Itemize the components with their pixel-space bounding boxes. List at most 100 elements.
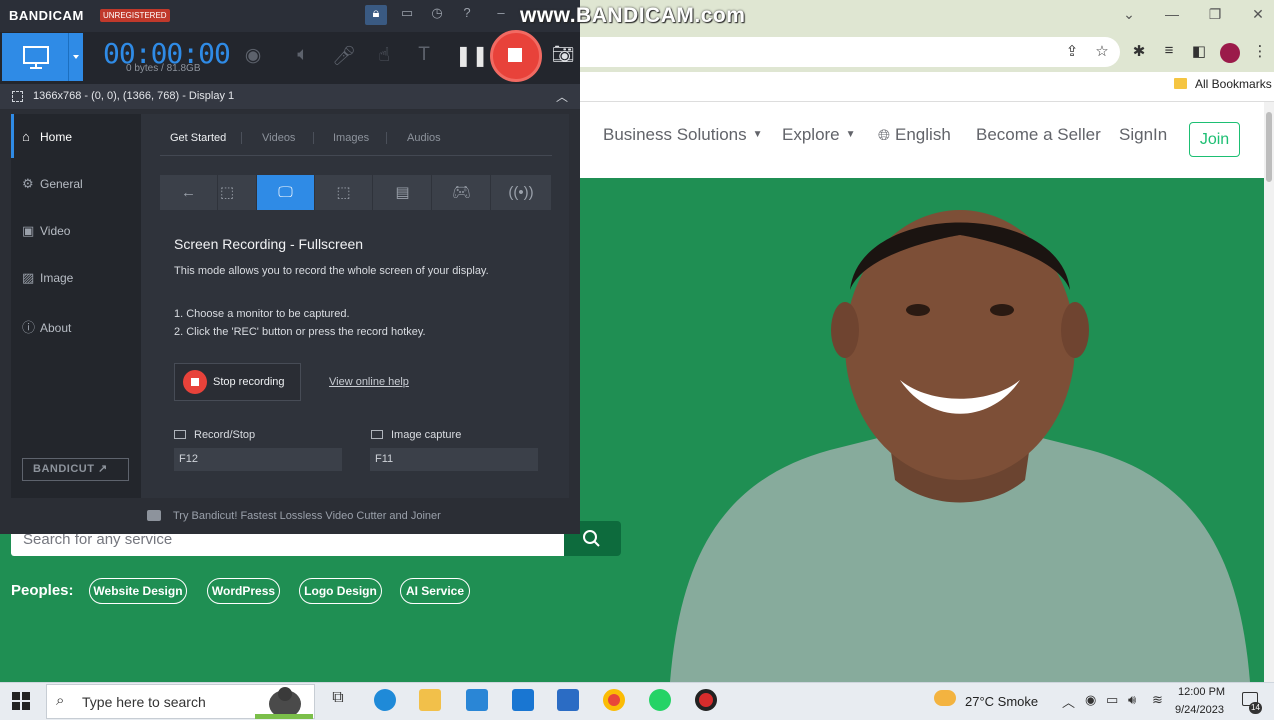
chevron-up-icon[interactable]: ︿	[1062, 692, 1075, 711]
microphone-icon[interactable]: 🎤︎	[331, 44, 357, 70]
minimize-icon[interactable]: –	[490, 5, 512, 25]
clock-icon[interactable]: ◷	[426, 5, 448, 25]
minimize-icon[interactable]: —	[1162, 6, 1182, 24]
lock-icon[interactable]: 🔒︎	[365, 5, 387, 25]
keyboard-icon	[174, 430, 186, 439]
selection-icon	[12, 91, 23, 102]
image-icon: ▨	[22, 270, 35, 285]
nav-explore[interactable]: Explore ▼	[782, 125, 856, 145]
wifi-icon[interactable]: ≋	[1152, 692, 1163, 708]
tab-divider	[313, 132, 314, 144]
search-icon: ⌕	[56, 692, 65, 709]
folder-icon[interactable]: ▭	[396, 5, 418, 25]
webcam-tray-icon[interactable]: ◉	[1085, 692, 1096, 708]
fullscreen-icon[interactable]: 🖵︎	[257, 175, 315, 210]
unregistered-badge[interactable]: UNREGISTERED	[100, 9, 170, 22]
sidebar-item-image[interactable]: ▨ Image	[22, 270, 73, 286]
whatsapp-icon[interactable]	[649, 689, 671, 711]
webcam-icon[interactable]: ◉	[240, 44, 266, 70]
bandicut-promo-link[interactable]: Try Bandicut! Fastest Lossless Video Cut…	[173, 510, 441, 522]
bandicut-button[interactable]: BANDICUT ↗	[22, 458, 129, 481]
volume-icon[interactable]: 🔊︎	[1128, 692, 1136, 708]
video-icon: ▣	[22, 223, 35, 238]
clock-time[interactable]: 12:00 PM	[1178, 686, 1225, 698]
text-overlay-icon[interactable]: T	[411, 44, 437, 70]
bandicam-icon[interactable]	[695, 689, 717, 711]
sidebar-item-video[interactable]: ▣ Video	[22, 223, 70, 239]
nav-business-solutions[interactable]: Business Solutions ▼	[603, 125, 763, 145]
profile-icon[interactable]	[1220, 43, 1240, 63]
windows-start-icon[interactable]	[12, 692, 30, 710]
rectangle-area-icon[interactable]: ⬚	[198, 175, 257, 210]
tag-website-design[interactable]: Website Design	[89, 578, 187, 604]
globe-icon: 🌐︎	[878, 127, 891, 144]
all-bookmarks-link[interactable]: All Bookmarks	[1195, 77, 1272, 91]
recording-size: 0 bytes / 81.8GB	[126, 63, 201, 74]
mode-dropdown-divider	[68, 33, 69, 81]
nav-language[interactable]: 🌐︎ English	[878, 125, 951, 145]
tab-divider	[386, 132, 387, 144]
share-icon[interactable]: ⇪	[1062, 42, 1082, 62]
mail-icon[interactable]	[512, 689, 534, 711]
chrome-icon[interactable]	[603, 689, 625, 711]
chat-icon	[147, 510, 161, 521]
tag-wordpress[interactable]: WordPress	[207, 578, 280, 604]
address-bar[interactable]	[560, 37, 1120, 67]
tab-search-chevron-icon[interactable]: ⌄	[1119, 6, 1139, 24]
tag-logo-design[interactable]: Logo Design	[299, 578, 382, 604]
gear-icon: ⚙	[22, 176, 34, 191]
image-hotkey-field[interactable]: F11	[370, 448, 538, 471]
side-panel-icon[interactable]: ◧	[1189, 42, 1209, 62]
folder-icon	[1174, 78, 1187, 89]
clock-date[interactable]: 9/24/2023	[1175, 704, 1224, 716]
sidebar-item-about[interactable]: ⓘ About	[22, 317, 71, 336]
hero-person-image	[670, 210, 1250, 682]
battery-icon[interactable]: ▭	[1106, 692, 1118, 708]
close-icon[interactable]: ✕	[1248, 6, 1268, 24]
scrollbar[interactable]	[1264, 102, 1274, 682]
task-view-icon[interactable]: ⧉	[327, 689, 349, 711]
caret-down-icon: ▼	[845, 129, 856, 140]
weather-icon	[934, 690, 956, 706]
tab-images[interactable]: Images	[333, 132, 369, 144]
camera-icon[interactable]: 📷︎	[551, 44, 575, 68]
nav-signin[interactable]: SignIn	[1119, 125, 1167, 145]
scrollbar-thumb[interactable]	[1266, 112, 1272, 182]
reading-list-icon[interactable]: ≡	[1159, 42, 1179, 62]
hdmi-device-icon[interactable]: ▤	[374, 175, 432, 210]
join-button[interactable]: Join	[1189, 122, 1240, 157]
section-description: This mode allows you to record the whole…	[174, 265, 489, 277]
menu-icon[interactable]: ⋮	[1250, 42, 1270, 62]
store-icon[interactable]	[557, 689, 579, 711]
monitor-icon	[23, 46, 79, 69]
tab-underline	[160, 155, 552, 156]
maximize-icon[interactable]: ❐	[1205, 6, 1225, 24]
sidebar-item-home[interactable]: ⌂ Home	[22, 129, 72, 144]
record-hotkey-field[interactable]: F12	[174, 448, 342, 471]
around-mouse-icon[interactable]: ⬚	[315, 175, 373, 210]
stop-recording-label: Stop recording	[213, 376, 285, 388]
pause-icon[interactable]: ❚❚	[455, 43, 489, 69]
screen-mode-button[interactable]	[2, 33, 83, 81]
nav-become-seller[interactable]: Become a Seller	[976, 125, 1101, 145]
instruction-step: 1. Choose a monitor to be captured.	[174, 308, 350, 320]
tab-get-started[interactable]: Get Started	[170, 132, 226, 144]
stop-icon	[508, 48, 522, 62]
audio-only-icon[interactable]: ((•))	[492, 175, 550, 210]
vscode-icon[interactable]	[466, 689, 488, 711]
speaker-icon[interactable]: 🔈︎	[290, 44, 316, 70]
tab-videos[interactable]: Videos	[262, 132, 295, 144]
tag-ai-service[interactable]: AI Service	[400, 578, 470, 604]
edge-icon[interactable]	[374, 689, 396, 711]
sidebar-item-general[interactable]: ⚙ General	[22, 176, 83, 192]
file-explorer-icon[interactable]	[419, 689, 441, 711]
extensions-icon[interactable]: ✱	[1129, 42, 1149, 62]
game-icon[interactable]: 🎮︎	[433, 175, 491, 210]
chevron-up-icon[interactable]: ︿	[556, 88, 568, 105]
star-icon[interactable]: ☆	[1092, 42, 1112, 62]
online-help-link[interactable]: View online help	[329, 376, 409, 388]
weather-status[interactable]: 27°C Smoke	[965, 694, 1038, 709]
tab-audios[interactable]: Audios	[407, 132, 441, 144]
help-icon[interactable]: ?	[456, 5, 478, 25]
cursor-effect-icon[interactable]: ☝	[371, 44, 397, 70]
